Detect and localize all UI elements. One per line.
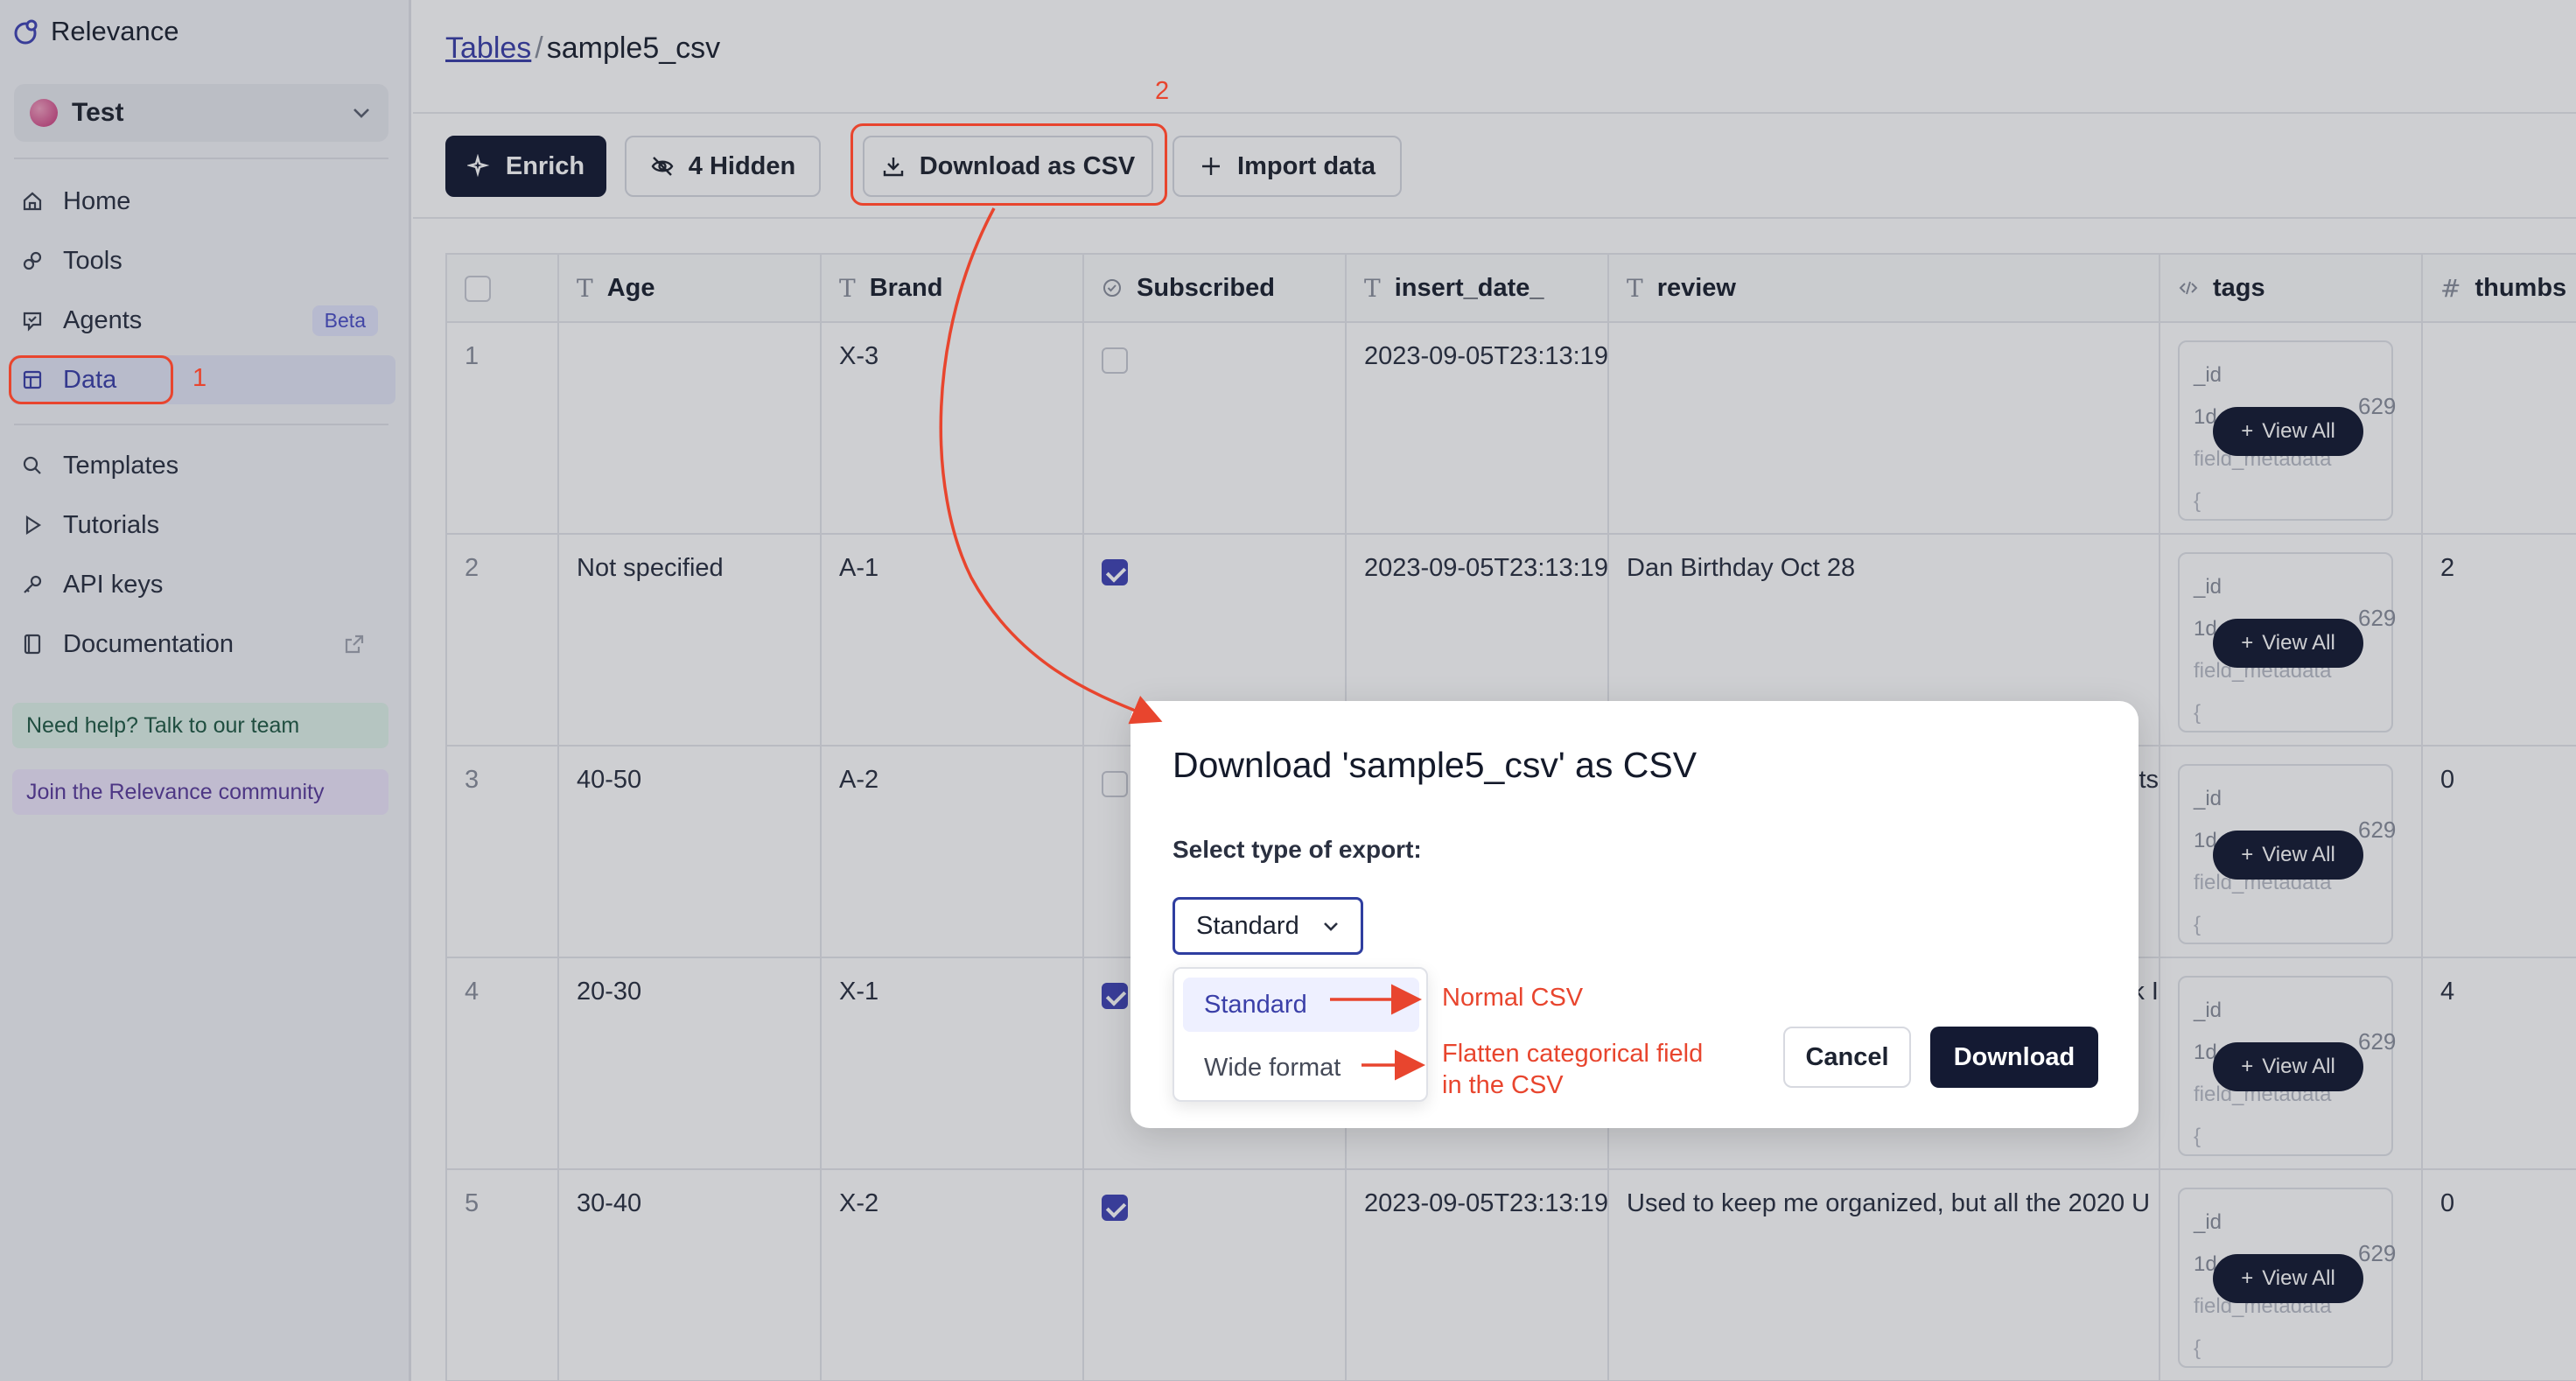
export-type-select[interactable]: Standard — [1172, 897, 1363, 955]
annotation-wide-line2: in the CSV — [1442, 1071, 1564, 1099]
annotation-box-download — [850, 123, 1167, 206]
download-button[interactable]: Download — [1930, 1027, 2098, 1088]
annotation-wide-line1: Flatten categorical field — [1442, 1040, 1704, 1068]
export-type-label: Select type of export: — [1172, 836, 1422, 863]
modal-title: Download 'sample5_csv' as CSV — [1172, 745, 1698, 785]
option-standard[interactable]: Standard — [1183, 978, 1419, 1032]
sidebar-dim-overlay — [0, 0, 413, 1381]
option-wide-format[interactable]: Wide format — [1183, 1041, 1419, 1095]
export-type-dropdown: Standard Wide format — [1172, 967, 1428, 1102]
annotation-box-data — [9, 355, 173, 404]
annotation-normal-csv: Normal CSV — [1442, 984, 1584, 1012]
chevron-down-icon — [1323, 922, 1338, 931]
cancel-button[interactable]: Cancel — [1783, 1027, 1911, 1088]
modal-backdrop[interactable] — [413, 0, 2576, 1381]
export-type-value: Standard — [1196, 911, 1299, 940]
annotation-step-1: 1 — [192, 364, 207, 392]
annotation-step-2: 2 — [1155, 77, 1170, 105]
